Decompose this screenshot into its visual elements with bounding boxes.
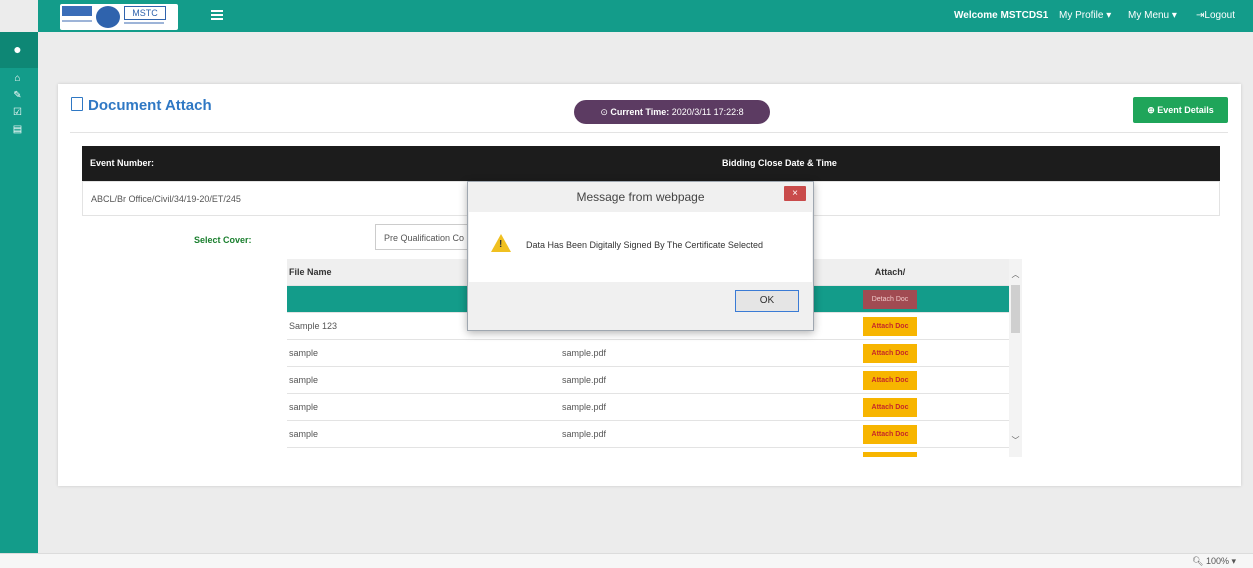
logo-line bbox=[124, 22, 164, 24]
dialog-title: Message from webpage bbox=[576, 190, 705, 204]
page-title: Document Attach bbox=[88, 97, 212, 114]
welcome-text: Welcome MSTCDS1 bbox=[954, 10, 1049, 21]
files-table-scrollbar[interactable]: ︿ ﹀ bbox=[1009, 259, 1022, 457]
hamburger-icon[interactable] bbox=[211, 9, 223, 21]
attach-detach-header: Attach/ Detach bbox=[874, 267, 906, 296]
zoom-icon: 🔍︎ bbox=[1192, 556, 1204, 566]
ok-button[interactable]: OK bbox=[735, 290, 799, 312]
attach-doc-button[interactable]: Attach Doc bbox=[863, 344, 917, 363]
scrollbar-thumb[interactable] bbox=[1011, 285, 1020, 333]
divider bbox=[70, 132, 1228, 133]
detach-doc-button[interactable]: Detach Doc bbox=[863, 290, 917, 309]
file-name-header: File Name bbox=[289, 267, 332, 277]
file-cell: sample.pdf bbox=[562, 375, 607, 385]
select-cover-label: Select Cover: bbox=[194, 235, 252, 245]
file-name-cell: sample bbox=[289, 375, 319, 385]
attach-doc-button[interactable]: Attach Doc bbox=[863, 317, 917, 336]
table-row[interactable]: sample sample.pdf Attach Doc bbox=[287, 340, 1009, 367]
plus-circle-icon: ⊕ bbox=[1147, 105, 1155, 115]
file-name-cell: sample bbox=[289, 348, 319, 358]
file-name-cell: Sample 123 bbox=[289, 321, 338, 331]
zoom-control[interactable]: 🔍︎ 100% ▾ bbox=[1192, 556, 1236, 567]
current-time-value: 2020/3/11 17:22:8 bbox=[671, 107, 744, 117]
chevron-down-icon: ▾ bbox=[1231, 556, 1237, 566]
check-icon[interactable]: ☑ bbox=[12, 108, 23, 118]
my-menu[interactable]: My Menu ▾ bbox=[1128, 10, 1177, 21]
select-cover-dropdown[interactable]: Pre Qualification Co bbox=[375, 224, 471, 250]
scroll-up-icon[interactable]: ︿ bbox=[1010, 269, 1021, 280]
dialog-message: Data Has Been Digitally Signed By The Ce… bbox=[526, 240, 763, 250]
attach-doc-button[interactable]: Attach Doc bbox=[863, 398, 917, 417]
zoom-level: 100% bbox=[1205, 556, 1229, 566]
event-details-button[interactable]: ⊕ Event Details bbox=[1133, 97, 1228, 123]
logo-mark-left bbox=[62, 6, 92, 16]
file-cell: sample.pdf bbox=[562, 402, 607, 412]
attach-doc-button[interactable] bbox=[863, 452, 917, 457]
user-icon[interactable]: ● bbox=[12, 42, 23, 58]
logo-line bbox=[62, 20, 92, 22]
file-name-cell: sample bbox=[289, 429, 319, 439]
my-profile-menu[interactable]: My Profile ▾ bbox=[1059, 10, 1111, 21]
dialog-body: ! Data Has Been Digitally Signed By The … bbox=[469, 212, 812, 282]
table-row[interactable]: sample sample.pdf Attach Doc bbox=[287, 367, 1009, 394]
event-number-value: ABCL/Br Office/Civil/34/19-20/ET/245 bbox=[91, 194, 241, 204]
clock-icon: ⊙ bbox=[600, 107, 608, 117]
mstc-logo[interactable]: MSTC bbox=[60, 4, 178, 30]
current-time-badge: ⊙ Current Time: 2020/3/11 17:22:8 bbox=[574, 100, 770, 124]
attach-doc-button[interactable]: Attach Doc bbox=[863, 425, 917, 444]
browser-status-bar bbox=[0, 553, 1253, 568]
warning-exclamation: ! bbox=[499, 239, 503, 250]
event-number-header: Event Number: bbox=[90, 158, 155, 168]
table-row[interactable]: sample sample.pdf Attach Doc bbox=[287, 394, 1009, 421]
current-time-label: Current Time: bbox=[610, 107, 670, 117]
file-name-cell: sample bbox=[289, 402, 319, 412]
chart-icon[interactable]: ▤ bbox=[12, 125, 23, 135]
logo-emblem-icon bbox=[96, 6, 120, 28]
logout-label: Logout bbox=[1204, 10, 1235, 21]
event-info-header: Event Number: Bidding Close Date & Time bbox=[82, 146, 1220, 181]
home-icon[interactable]: ⌂ bbox=[12, 74, 23, 84]
table-row[interactable]: sample sample.pdf Attach Doc bbox=[287, 421, 1009, 448]
document-icon bbox=[71, 97, 83, 111]
close-icon[interactable]: × bbox=[784, 186, 806, 201]
event-details-label: Event Details bbox=[1157, 105, 1214, 115]
logout-link[interactable]: ⇥Logout bbox=[1196, 10, 1235, 21]
logo-text: MSTC bbox=[124, 6, 166, 20]
message-dialog: Message from webpage × ! Data Has Been D… bbox=[467, 181, 814, 331]
file-cell: sample.pdf bbox=[562, 348, 607, 358]
table-row-partial[interactable] bbox=[287, 448, 1009, 457]
scroll-down-icon[interactable]: ﹀ bbox=[1010, 435, 1021, 446]
bidding-close-header: Bidding Close Date & Time bbox=[722, 158, 837, 168]
attach-doc-button[interactable]: Attach Doc bbox=[863, 371, 917, 390]
tools-icon[interactable]: ✎ bbox=[12, 91, 23, 101]
file-cell: sample.pdf bbox=[562, 429, 607, 439]
